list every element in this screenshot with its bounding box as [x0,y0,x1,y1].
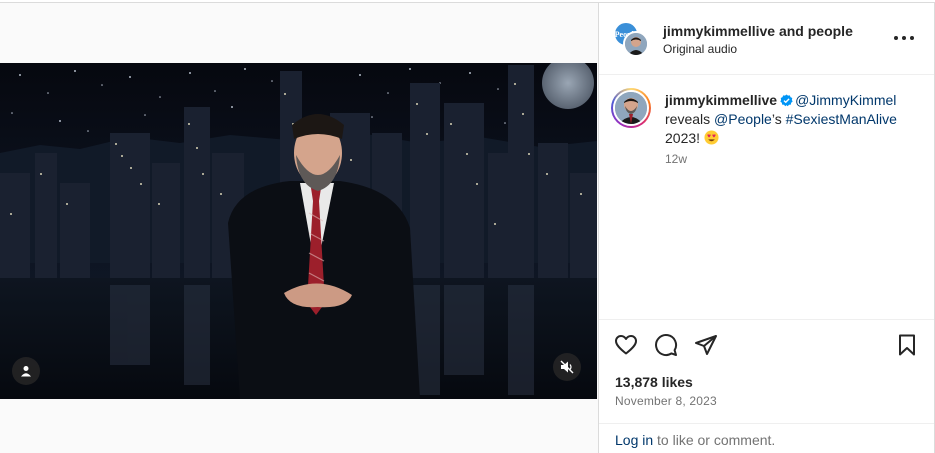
caption-avatar[interactable] [611,88,651,128]
comment-icon [655,334,678,356]
instagram-post: People jimmykimmellive and people Origin… [0,0,935,453]
tagged-users-button[interactable] [12,357,40,385]
collab-text[interactable]: and people [779,23,853,39]
collab-avatars[interactable]: People [613,21,651,59]
video-frame [0,63,597,399]
share-button[interactable] [693,332,719,358]
login-prompt-text: Log in to like or comment. [615,432,775,448]
owner-line: jimmykimmellive and people [663,23,853,39]
original-audio-link[interactable]: Original audio [663,42,737,56]
caption-username-link[interactable]: jimmykimmellive [665,92,777,108]
post-header: People jimmykimmellive and people Origin… [599,3,934,75]
media-pane [0,2,598,453]
user-tag-icon [21,366,31,377]
caption-text-part: reveals [665,111,711,127]
bookmark-icon [899,334,915,356]
send-icon [695,335,717,355]
post-date[interactable]: November 8, 2023 [615,394,717,408]
verified-badge-icon [780,94,793,107]
save-button[interactable] [894,332,920,358]
caption-section: jimmykimmellive @JimmyKimmel reveals @Peo… [599,76,934,318]
login-prompt: Log in to like or comment. [599,423,934,453]
speaker-muted-icon [560,360,574,374]
comment-button[interactable] [653,332,679,358]
mention-people-link[interactable]: @People [714,111,772,127]
caption-text-part: ’s [771,111,782,127]
heart-icon [615,335,637,355]
hashtag-sexiestmanalive-link[interactable]: #SexiestManAlive [786,111,897,127]
more-options-button[interactable] [894,31,914,45]
owner-avatar [623,31,649,57]
login-link[interactable]: Log in [615,432,653,448]
action-bar [599,319,934,369]
owner-username-link[interactable]: jimmykimmellive [663,23,775,39]
like-button[interactable] [613,332,639,358]
caption-text-part: 2023! [665,130,701,146]
post-sidebar: People jimmykimmellive and people Origin… [598,2,935,453]
login-prompt-rest: to like or comment. [653,432,776,448]
post-age[interactable]: 12w [665,152,687,166]
likes-count[interactable]: 13,878 likes [615,374,693,390]
video-player[interactable] [0,63,597,399]
caption-text: jimmykimmellive @JimmyKimmel reveals @Peo… [665,91,920,148]
mute-toggle-button[interactable] [553,353,581,381]
mention-jimmykimmel-link[interactable]: @JimmyKimmel [795,92,896,108]
more-horizontal-icon [894,36,898,40]
heart-eyes-emoji [704,130,719,145]
